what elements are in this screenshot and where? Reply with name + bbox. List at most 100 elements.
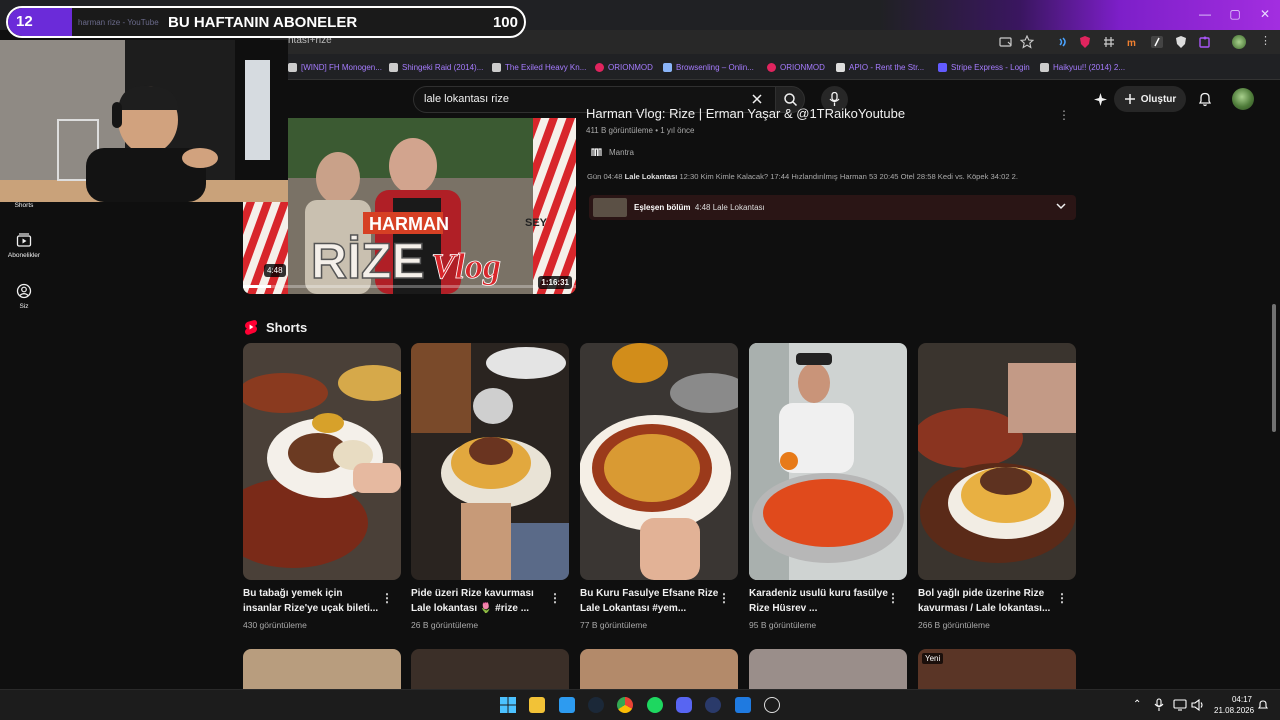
short-thumbnail-image <box>580 343 738 580</box>
sidebar-item-label: Abonelikler <box>7 252 41 259</box>
close-window-button[interactable]: ✕ <box>1252 3 1278 25</box>
bookmarks-bar: [WIND] FH Monogen... Shingeki Raid (2014… <box>270 54 1280 80</box>
short-card[interactable]: Pide üzeri Rize kavurması Lale lokantası… <box>411 343 569 630</box>
spotify-icon[interactable] <box>647 697 663 713</box>
short-thumbnail-partial[interactable] <box>749 649 907 689</box>
extension-hash-icon[interactable] <box>1102 35 1116 49</box>
titlebar-decoration <box>880 0 1280 30</box>
bookmark-item[interactable]: [WIND] FH Monogen... <box>288 60 382 74</box>
scrollbar-thumb[interactable] <box>1272 304 1276 432</box>
short-title[interactable]: Bu tabağı yemek için insanlar Rize'ye uç… <box>243 586 383 616</box>
minimize-button[interactable]: — <box>1192 3 1218 25</box>
banner-ghost-tab-text: harman rize - YouTube <box>78 18 159 27</box>
sidebar-item-subscriptions[interactable]: Abonelikler <box>0 232 48 259</box>
app-circle-icon[interactable] <box>705 697 721 713</box>
sidebar-item-you[interactable]: Siz <box>0 283 48 310</box>
short-card[interactable]: Bu tabağı yemek için insanlar Rize'ye uç… <box>243 343 401 630</box>
notifications-bell-icon[interactable] <box>1198 91 1212 107</box>
notification-center-icon[interactable] <box>1257 699 1269 711</box>
discord-icon[interactable] <box>676 697 692 713</box>
watch-progress-fill <box>243 285 271 288</box>
windows-start-icon[interactable] <box>500 697 516 713</box>
short-title[interactable]: Bu Kuru Fasulye Efsane Rize Lale Lokanta… <box>580 586 720 616</box>
you-icon <box>16 283 32 299</box>
clear-search-icon[interactable] <box>751 93 763 105</box>
short-card[interactable]: Karadeniz usulü kuru fasülye Rize Hüsrev… <box>749 343 907 630</box>
short-more-options-icon[interactable]: ⋮ <box>381 591 393 605</box>
video-chapters-snippet: Gün 04:48 Lale Lokantası 12:30 Kim Kimle… <box>587 172 1018 181</box>
chevron-down-icon[interactable] <box>1056 203 1066 210</box>
matching-chapter-time: 4:48 Lale Lokantası <box>694 203 765 212</box>
webcam-overlay <box>0 40 288 202</box>
short-thumbnail[interactable] <box>918 343 1076 580</box>
short-more-options-icon[interactable]: ⋮ <box>549 591 561 605</box>
cast-icon[interactable] <box>999 35 1013 49</box>
tray-volume-icon[interactable] <box>1191 698 1205 712</box>
short-thumbnail-partial[interactable] <box>243 649 401 689</box>
short-more-options-icon[interactable]: ⋮ <box>718 591 730 605</box>
create-button[interactable]: Oluştur <box>1114 86 1186 112</box>
short-thumbnail[interactable] <box>411 343 569 580</box>
svg-text:SEY: SEY <box>525 217 548 229</box>
steam-icon[interactable] <box>588 697 604 713</box>
matching-chapter-heading: Eşleşen bölüm <box>634 203 691 212</box>
search-icon <box>784 93 798 107</box>
channel-link[interactable]: Mantra <box>591 148 634 157</box>
bookmark-item[interactable]: Shingeki Raid (2014)... <box>389 60 483 74</box>
short-thumbnail-partial[interactable] <box>580 649 738 689</box>
bookmark-item[interactable]: Haikyuu!! (2014) 2... <box>1040 60 1125 74</box>
extension-shield-icon[interactable] <box>1174 35 1188 49</box>
extension-wave-icon[interactable] <box>1056 35 1070 49</box>
extensions-puzzle-icon[interactable] <box>1198 35 1212 49</box>
short-title[interactable]: Pide üzeri Rize kavurması Lale lokantası… <box>411 586 551 616</box>
chapters-text-pre: Gün 04:48 <box>587 172 625 181</box>
chrome-icon[interactable] <box>617 697 633 713</box>
short-thumbnail-image <box>411 343 569 580</box>
extension-shield-red-icon[interactable] <box>1078 35 1092 49</box>
bookmark-star-icon[interactable] <box>1020 35 1034 49</box>
tray-clock[interactable]: 04:17 21.08.2026 <box>1214 694 1254 716</box>
maximize-button[interactable]: ▢ <box>1222 3 1248 25</box>
tray-network-icon[interactable] <box>1173 698 1187 712</box>
bookmark-item[interactable]: ORIONMOD <box>767 60 825 74</box>
video-thumbnail-image: HARMAN RİZE Vlog SEY <box>243 118 576 294</box>
short-more-options-icon[interactable]: ⋮ <box>1056 591 1068 605</box>
ai-sparkle-icon[interactable] <box>1093 92 1108 107</box>
file-explorer-icon[interactable] <box>529 697 545 713</box>
video-more-options-icon[interactable]: ⋮ <box>1058 108 1070 122</box>
bookmark-item[interactable]: APIO - Rent the Str... <box>836 60 924 74</box>
bookmark-item[interactable]: Stripe Express - Login <box>938 60 1030 74</box>
bookmark-item[interactable]: The Exiled Heavy Kn... <box>492 60 586 74</box>
video-title[interactable]: Harman Vlog: Rize | Erman Yaşar & @1TRai… <box>586 106 905 121</box>
extension-slash-icon[interactable] <box>1150 35 1164 49</box>
tray-chevron-up-icon[interactable]: ⌃ <box>1133 699 1141 710</box>
short-thumbnail[interactable] <box>749 343 907 580</box>
matching-chapter-bar[interactable]: Eşleşen bölüm 4:48 Lale Lokantası <box>589 195 1076 220</box>
browser-menu-icon[interactable]: ⋮ <box>1260 34 1271 47</box>
mail-icon[interactable] <box>735 697 751 713</box>
short-thumbnail-partial[interactable] <box>411 649 569 689</box>
page-scrollbar[interactable] <box>1270 118 1278 689</box>
obs-icon[interactable] <box>764 697 780 713</box>
short-title[interactable]: Karadeniz usulü kuru fasülye Rize Hüsrev… <box>749 586 889 616</box>
bookmark-item[interactable]: Browsenling – Onlin... <box>663 60 754 74</box>
banner-counter: 12 <box>8 8 72 36</box>
short-views: 266 B görüntüleme <box>918 620 990 630</box>
sidebar-item-shorts[interactable]: Shorts <box>0 202 48 209</box>
short-more-options-icon[interactable]: ⋮ <box>887 591 899 605</box>
extension-orange-icon[interactable]: m <box>1126 35 1140 49</box>
short-card[interactable]: Bol yağlı pide üzerine Rize kavurması / … <box>918 343 1076 630</box>
short-thumbnail[interactable] <box>243 343 401 580</box>
profile-avatar[interactable] <box>1232 35 1246 49</box>
search-query[interactable]: lale lokantası rize <box>424 93 509 105</box>
short-title[interactable]: Bol yağlı pide üzerine Rize kavurması / … <box>918 586 1058 616</box>
video-thumbnail[interactable]: HARMAN RİZE Vlog SEY 4:48 1:16:31 <box>243 118 576 294</box>
short-thumbnail[interactable] <box>580 343 738 580</box>
bookmark-favicon-icon <box>836 62 845 72</box>
photos-icon[interactable] <box>559 697 575 713</box>
account-avatar[interactable] <box>1232 88 1254 110</box>
short-card[interactable]: Bu Kuru Fasulye Efsane Rize Lale Lokanta… <box>580 343 738 630</box>
tray-microphone-icon[interactable] <box>1154 698 1164 712</box>
bookmark-item[interactable]: ORIONMOD <box>595 60 653 74</box>
short-thumbnail-partial[interactable]: Yeni <box>918 649 1076 689</box>
